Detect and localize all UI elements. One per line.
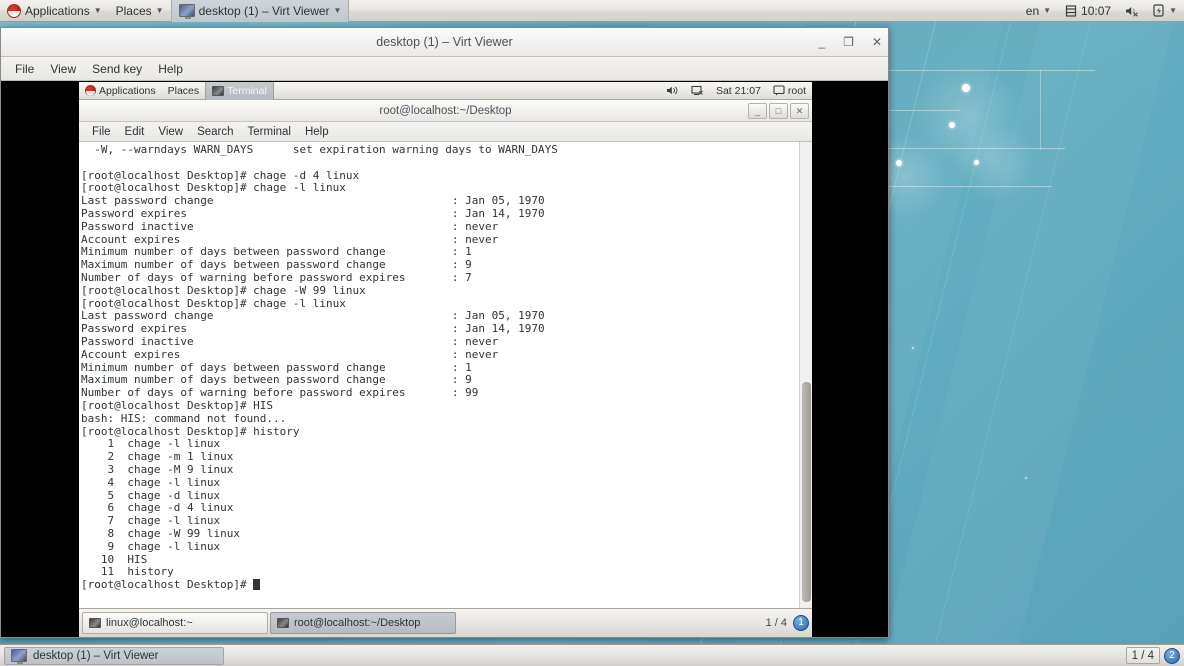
wallpaper-hline [1040,70,1041,150]
wallpaper-dot [962,84,970,92]
speaker-muted-icon [1126,6,1138,17]
guest-window-button-label: Terminal [227,84,267,97]
wallpaper-dot [949,122,955,128]
guest-volume-indicator[interactable] [660,82,685,100]
monitor-icon [178,4,195,19]
taskbar-window-linux[interactable]: linux@localhost:~ [82,612,268,634]
wallpaper-dot [974,160,979,165]
chevron-down-icon: ▼ [1169,5,1177,15]
terminal-menu-view[interactable]: View [151,125,190,139]
host-taskbar-window-label: desktop (1) – Virt Viewer [33,649,159,662]
terminal-icon [212,85,225,96]
terminal-menu-edit[interactable]: Edit [118,125,152,139]
terminal-menu-help[interactable]: Help [298,125,336,139]
host-workspace-indicator[interactable]: 1 / 4 [1125,647,1160,664]
chevron-down-icon: ▼ [93,5,102,15]
guest-user-menu[interactable]: root [767,82,812,100]
wallpaper-dot [912,347,914,349]
terminal-menu-file[interactable]: File [85,125,118,139]
chevron-down-icon: ▼ [1043,5,1052,15]
guest-clock[interactable]: Sat 21:07 [710,82,767,100]
terminal-cursor [253,579,261,591]
taskbar-window-linux-label: linux@localhost:~ [106,617,193,629]
terminal-titlebar[interactable]: root@localhost:~/Desktop _ □ ✕ [79,100,812,122]
host-bottom-taskbar: desktop (1) – Virt Viewer 1 / 4 2 [0,644,1184,666]
virt-viewer-window-controls: _ ❐ ✕ [818,36,882,48]
chat-icon [773,85,785,96]
guest-workspace-badge[interactable]: 1 [793,615,809,631]
close-button[interactable]: ✕ [872,36,882,48]
virt-viewer-titlebar[interactable]: desktop (1) – Virt Viewer _ ❐ ✕ [1,28,888,57]
terminal-minimize-button[interactable]: _ [748,102,767,119]
window-menu-label: desktop (1) – Virt Viewer [198,3,330,18]
menu-send-key[interactable]: Send key [84,60,150,78]
chevron-down-icon: ▼ [333,5,342,15]
taskbar-window-root-label: root@localhost:~/Desktop [294,617,421,629]
terminal-maximize-button[interactable]: □ [769,102,788,119]
terminal-icon [277,618,289,628]
terminal-close-button[interactable]: ✕ [790,102,809,119]
virt-viewer-title: desktop (1) – Virt Viewer [376,35,513,49]
clock[interactable]: 10:07 [1058,0,1118,22]
menu-places-label: Places [115,3,152,18]
guest-network-indicator[interactable] [685,82,710,100]
guest-menu-applications[interactable]: Applications [79,82,162,100]
keyboard-layout-indicator[interactable]: en ▼ [1019,0,1058,22]
guest-user-label: root [787,84,806,97]
terminal-title: root@localhost:~/Desktop [379,104,512,117]
virt-viewer-menubar: File View Send key Help [1,57,888,81]
redhat-logo-icon [7,3,21,18]
keyboard-layout-label: en [1025,3,1040,18]
virt-viewer-window[interactable]: desktop (1) – Virt Viewer _ ❐ ✕ File Vie… [0,27,889,638]
guest-window-button-terminal[interactable]: Terminal [205,82,274,100]
guest-clock-label: Sat 21:07 [715,84,761,97]
terminal-menu-terminal[interactable]: Terminal [241,125,298,139]
redhat-logo-icon [85,85,96,96]
terminal-scrollbar-thumb[interactable] [802,382,811,602]
taskbar-window-root[interactable]: root@localhost:~/Desktop [270,612,456,634]
menu-applications-label: Applications [25,3,90,18]
virt-viewer-display-area[interactable]: Applications Places Terminal Sat 21:07 r… [1,82,888,637]
host-workspace-badge[interactable]: 2 [1164,647,1180,664]
wallpaper-dot [896,160,902,166]
terminal-window-controls: _ □ ✕ [748,102,809,119]
chevron-down-icon: ▼ [155,5,164,15]
terminal-menu-search[interactable]: Search [190,125,240,139]
host-taskbar-window-virt-viewer[interactable]: desktop (1) – Virt Viewer [4,646,224,665]
volume-indicator[interactable] [1118,0,1146,22]
terminal-menubar: File Edit View Search Terminal Help [79,122,812,142]
guest-menu-places-label: Places [167,84,200,97]
guest-top-panel: Applications Places Terminal Sat 21:07 r… [79,82,812,100]
menu-places[interactable]: Places ▼ [109,0,171,22]
menu-view[interactable]: View [42,60,84,78]
calendar-icon [1065,4,1077,17]
maximize-button[interactable]: ❐ [843,36,854,48]
menu-help[interactable]: Help [150,60,191,78]
guest-taskbar: linux@localhost:~ root@localhost:~/Deskt… [79,608,812,637]
wallpaper-glow [955,122,1035,202]
wallpaper-dot [1025,477,1027,479]
guest-desktop[interactable]: Applications Places Terminal Sat 21:07 r… [79,82,812,637]
speaker-icon [666,86,678,95]
host-top-panel: Applications ▼ Places ▼ desktop (1) – Vi… [0,0,1184,22]
terminal-body[interactable]: -W, --warndays WARN_DAYS set expiration … [79,142,812,608]
terminal-output[interactable]: -W, --warndays WARN_DAYS set expiration … [79,142,799,608]
power-icon [1153,4,1164,17]
gnome-terminal-window[interactable]: root@localhost:~/Desktop _ □ ✕ File Edit… [79,100,812,608]
window-menu-virt-viewer[interactable]: desktop (1) – Virt Viewer ▼ [170,0,350,22]
guest-menu-places[interactable]: Places [162,82,206,100]
network-disconnected-icon [691,85,703,96]
guest-workspace-indicator[interactable]: 1 / 4 [762,617,791,629]
clock-label: 10:07 [1081,3,1112,18]
monitor-icon [11,649,27,664]
minimize-button[interactable]: _ [818,36,825,48]
system-status-indicator[interactable]: ▼ [1146,0,1184,22]
menu-file[interactable]: File [7,60,42,78]
menu-applications[interactable]: Applications ▼ [0,0,109,22]
terminal-icon [89,618,101,628]
terminal-scrollbar[interactable] [799,142,812,608]
guest-menu-applications-label: Applications [99,84,156,97]
